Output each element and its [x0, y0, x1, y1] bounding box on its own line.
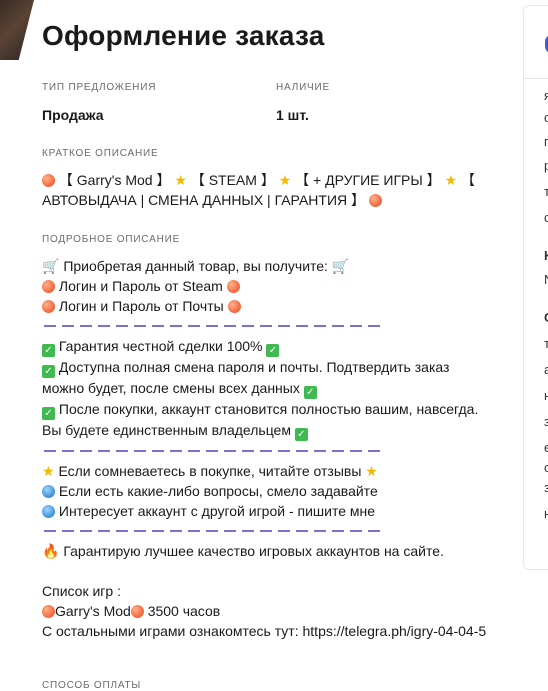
divider — [524, 78, 548, 79]
desc-text: Приобретая данный товар, вы получите: — [63, 258, 328, 274]
check-icon: ✓ — [42, 344, 55, 357]
sidebar-card: я с п р т с К N С т а н з е с з н — [523, 5, 548, 570]
long-description: ПОДРОБНОЕ ОПИСАНИЕ 🛒 Приобретая данный т… — [42, 234, 492, 641]
short-part: 【 STEAM 】 — [190, 172, 275, 188]
sidebar-char: з — [544, 480, 548, 495]
sidebar-char: е — [544, 440, 548, 455]
orange-circle-icon — [42, 280, 55, 293]
globe-icon — [42, 485, 55, 498]
sidebar-char: я — [544, 88, 548, 103]
short-description-text: 【 Garry's Mod 】 ★ 【 STEAM 】 ★ 【 + ДРУГИЕ… — [42, 170, 492, 210]
short-description: КРАТКОЕ ОПИСАНИЕ 【 Garry's Mod 】 ★ 【 STE… — [42, 148, 492, 210]
page-title: Оформление заказа — [42, 20, 325, 51]
sidebar-char: С — [544, 310, 548, 325]
desc-text: Интересует аккаунт с другой игрой - пиши… — [58, 503, 376, 519]
sidebar-char: с — [544, 460, 548, 475]
offer-type-value: Продажа — [42, 107, 104, 123]
cart-icon: 🛒 — [42, 258, 60, 274]
orange-circle-icon — [42, 174, 55, 187]
star-icon: ★ — [365, 463, 378, 479]
globe-icon — [42, 505, 55, 518]
game-line: Garry's Mod 3500 часов — [42, 601, 492, 621]
short-part: 【 Garry's Mod 】 — [58, 172, 171, 188]
sidebar-char: а — [544, 362, 548, 377]
fire-icon: 🔥 — [42, 543, 60, 559]
dashed-separator — [44, 530, 386, 532]
sidebar-char: N — [544, 272, 548, 287]
game-name: Garry's Mod — [55, 603, 131, 619]
short-part: 【 + ДРУГИЕ ИГРЫ 】 — [295, 172, 441, 188]
sidebar-char: р — [544, 158, 548, 173]
desc-text: Гарантия честной сделки 100% — [58, 338, 263, 354]
desc-line: ✓ После покупки, аккаунт становится полн… — [42, 399, 492, 441]
orange-circle-icon — [42, 605, 55, 618]
sidebar-char: т — [544, 184, 548, 199]
sidebar-char: н — [544, 388, 548, 403]
sidebar-char: н — [544, 506, 548, 521]
desc-line: ✓ Доступна полная смена пароля и почты. … — [42, 357, 492, 399]
desc-line: Логин и Пароль от Почты — [42, 296, 492, 316]
dashed-separator — [44, 325, 386, 327]
desc-line: 🛒 Приобретая данный товар, вы получите: … — [42, 256, 492, 276]
sidebar-char: з — [544, 414, 548, 429]
payment-method-label: СПОСОБ ОПЛАТЫ — [42, 680, 142, 691]
stock: НАЛИЧИЕ 1 шт. — [276, 82, 330, 123]
star-icon: ★ — [444, 172, 458, 188]
desc-line: 🔥 Гарантирую лучшее качество игровых акк… — [42, 541, 492, 561]
orange-circle-icon — [130, 605, 144, 618]
corner-decoration — [0, 0, 34, 60]
star-icon: ★ — [174, 172, 187, 188]
game-hours: 3500 часов — [147, 603, 221, 619]
sidebar-char: с — [544, 110, 548, 125]
dashed-separator — [44, 450, 386, 452]
check-icon: ✓ — [303, 386, 317, 399]
sidebar-char: с — [544, 210, 548, 225]
desc-line: Если есть какие-либо вопросы, смело зада… — [42, 481, 492, 501]
cart-icon: 🛒 — [331, 258, 350, 274]
orange-circle-icon — [226, 280, 240, 293]
sidebar-char: п — [544, 134, 548, 149]
desc-text: Доступна полная смена пароля и почты. По… — [42, 359, 450, 396]
desc-text: После покупки, аккаунт становится полнос… — [42, 401, 479, 438]
long-description-label: ПОДРОБНОЕ ОПИСАНИЕ — [42, 234, 181, 245]
offer-type: ТИП ПРЕДЛОЖЕНИЯ Продажа — [42, 82, 156, 123]
desc-text: Логин и Пароль от Steam — [58, 278, 223, 294]
star-icon: ★ — [278, 172, 292, 188]
check-icon: ✓ — [42, 407, 55, 420]
orange-circle-icon — [368, 194, 382, 207]
check-icon: ✓ — [266, 344, 280, 357]
stock-value: 1 шт. — [276, 107, 309, 123]
check-icon: ✓ — [294, 428, 308, 441]
check-icon: ✓ — [42, 365, 55, 378]
orange-circle-icon — [227, 300, 241, 313]
desc-text: Логин и Пароль от Почты — [58, 298, 224, 314]
desc-line: ★ Если сомневаетесь в покупке, читайте о… — [42, 461, 492, 481]
desc-line: ✓ Гарантия честной сделки 100% ✓ — [42, 336, 492, 357]
games-title: Список игр : — [42, 583, 121, 599]
desc-line: Логин и Пароль от Steam — [42, 276, 492, 296]
short-description-label: КРАТКОЕ ОПИСАНИЕ — [42, 148, 159, 159]
desc-text: Если есть какие-либо вопросы, смело зада… — [58, 483, 378, 499]
long-description-body: 🛒 Приобретая данный товар, вы получите: … — [42, 256, 492, 641]
orange-circle-icon — [42, 300, 55, 313]
offer-type-label: ТИП ПРЕДЛОЖЕНИЯ — [42, 82, 157, 93]
sidebar-char: т — [544, 336, 548, 351]
others-line: С остальными играми ознакомтесь тут: htt… — [42, 623, 487, 639]
stock-label: НАЛИЧИЕ — [276, 82, 330, 93]
sidebar-char: К — [544, 248, 548, 263]
star-icon: ★ — [42, 463, 55, 479]
desc-line: Интересует аккаунт с другой игрой - пиши… — [42, 501, 492, 521]
desc-text: Если сомневаетесь в покупке, читайте отз… — [58, 463, 362, 479]
desc-text: Гарантирую лучшее качество игровых аккау… — [63, 543, 444, 559]
